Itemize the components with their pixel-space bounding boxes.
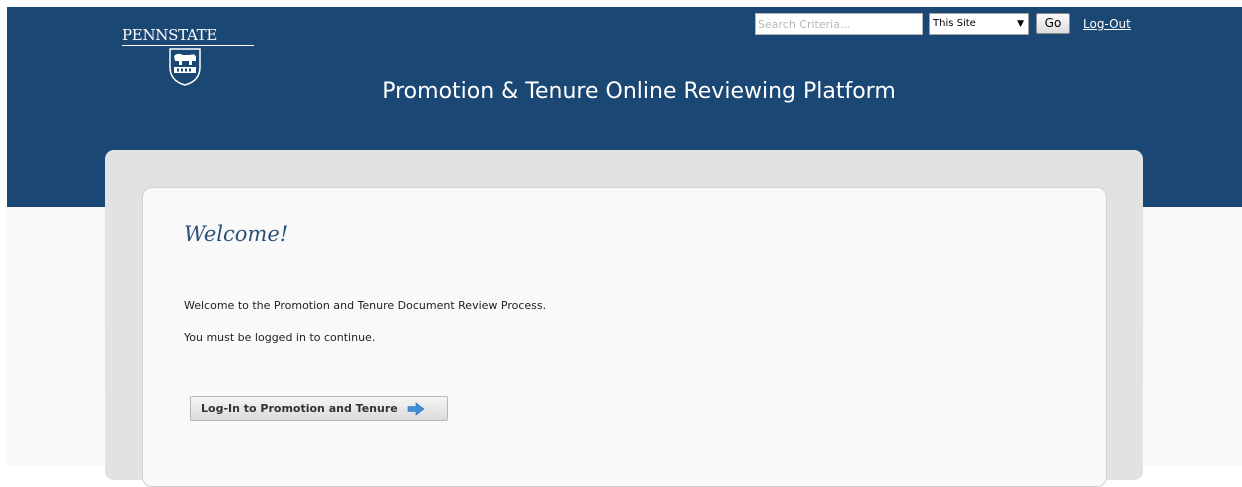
chevron-down-icon: ▼ xyxy=(1017,19,1024,29)
arrow-right-icon xyxy=(407,401,425,416)
scope-select-value: This Site xyxy=(933,18,976,29)
search-input[interactable] xyxy=(755,13,923,35)
login-button[interactable]: Log-In to Promotion and Tenure xyxy=(190,396,448,421)
logo-wordmark: PENNSTATE xyxy=(122,26,218,44)
login-button-label: Log-In to Promotion and Tenure xyxy=(201,402,398,415)
scope-select[interactable]: This Site ▼ xyxy=(929,13,1029,35)
welcome-text: Welcome to the Promotion and Tenure Docu… xyxy=(184,299,547,312)
page: PENNSTATE This Site ▼ Go Log-Out Promoti… xyxy=(7,7,1242,487)
content-panel: Welcome! Welcome to the Promotion and Te… xyxy=(142,187,1107,487)
welcome-heading: Welcome! xyxy=(184,222,289,246)
login-required-text: You must be logged in to continue. xyxy=(184,331,376,344)
site-title: Promotion & Tenure Online Reviewing Plat… xyxy=(382,79,896,104)
go-button[interactable]: Go xyxy=(1036,13,1070,34)
logo-rule xyxy=(122,45,254,46)
logout-link[interactable]: Log-Out xyxy=(1083,17,1131,31)
